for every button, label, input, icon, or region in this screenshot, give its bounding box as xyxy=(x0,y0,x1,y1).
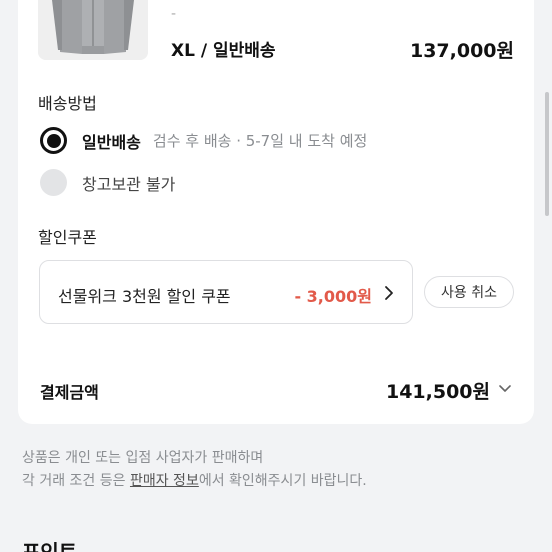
chevron-right-icon xyxy=(385,286,393,300)
notice-line-1: 상품은 개인 또는 입점 사업자가 판매하며 xyxy=(22,450,264,466)
shipping-option-standard[interactable]: 일반배송 검수 후 배송 · 5-7일 내 도착 예정 xyxy=(40,127,367,154)
payment-amount[interactable]: 141,500원 xyxy=(386,377,490,404)
product-thumbnail xyxy=(38,0,148,60)
shipping-option-label: 창고보관 불가 xyxy=(82,174,176,194)
product-option: XL / 일반배송 xyxy=(171,41,276,61)
coupon-name: 선물위크 3천원 할인 쿠폰 xyxy=(58,287,231,306)
notice-prefix: 각 거래 조건 등은 xyxy=(22,473,130,489)
coupon-selector[interactable]: 선물위크 3천원 할인 쿠폰 - 3,000원 xyxy=(39,260,413,324)
shipping-title: 배송방법 xyxy=(38,94,97,113)
hoodie-image xyxy=(38,0,148,60)
chevron-down-icon[interactable] xyxy=(498,383,512,395)
points-title: 포인트 xyxy=(22,540,78,552)
payment-label: 결제금액 xyxy=(40,383,99,402)
shipping-option-storage: 창고보관 불가 xyxy=(40,169,175,196)
coupon-title: 할인쿠폰 xyxy=(38,228,97,247)
shipping-option-desc: 검수 후 배송 · 5-7일 내 도착 예정 xyxy=(152,132,368,150)
product-dash: - xyxy=(171,6,177,22)
product-price: 137,000원 xyxy=(409,40,514,62)
order-card: - XL / 일반배송 137,000원 배송방법 일반배송 검수 후 배송 ·… xyxy=(18,0,534,424)
coupon-discount: - 3,000원 xyxy=(294,287,372,306)
notice-suffix: 에서 확인해주시기 바랍니다. xyxy=(198,473,367,489)
notice-line-2: 각 거래 조건 등은 판매자 정보에서 확인해주시기 바랍니다. xyxy=(22,470,367,493)
coupon-cancel-button[interactable]: 사용 취소 xyxy=(424,276,514,308)
radio-selected-icon[interactable] xyxy=(40,127,67,154)
seller-notice: 상품은 개인 또는 입점 사업자가 판매하며 각 거래 조건 등은 판매자 정보… xyxy=(22,447,367,493)
radio-disabled-icon xyxy=(40,169,67,196)
shipping-option-label: 일반배송 xyxy=(82,132,141,152)
scrollbar[interactable] xyxy=(545,92,549,216)
seller-info-link[interactable]: 판매자 정보 xyxy=(130,473,199,489)
